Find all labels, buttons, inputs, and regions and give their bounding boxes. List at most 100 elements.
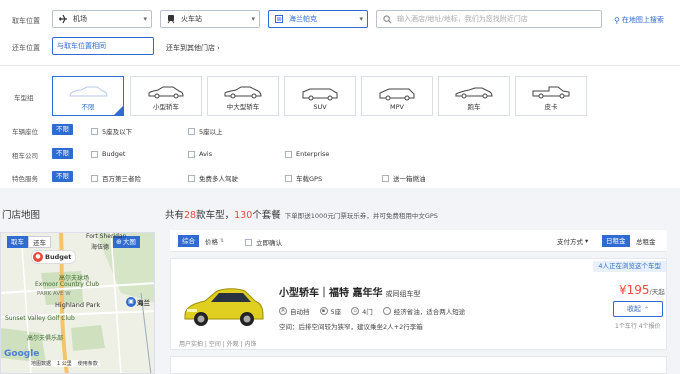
checkbox-icon bbox=[91, 150, 98, 158]
search-icon bbox=[381, 14, 393, 24]
service-any-tag[interactable]: 不限 bbox=[52, 171, 73, 182]
map-label-highland-park: Highland Park bbox=[55, 301, 101, 309]
chevron-down-icon: ▾ bbox=[359, 15, 363, 23]
payment-method-select[interactable]: 支付方式 ▾ bbox=[557, 236, 588, 246]
google-logo: Google bbox=[4, 349, 40, 359]
mpv-icon bbox=[379, 88, 415, 101]
sort-composite[interactable]: 综合 bbox=[178, 235, 199, 247]
sedan-car-icon bbox=[224, 86, 262, 99]
toggle-daily-rate[interactable]: 日租金 bbox=[602, 235, 630, 247]
map-label-sunset-valley: Sunset Valley Golf Club bbox=[5, 315, 75, 322]
cartype-any[interactable]: 不限 bbox=[52, 76, 124, 116]
company-budget[interactable]: Budget bbox=[91, 150, 125, 158]
cartype-mpv[interactable]: MPV bbox=[361, 76, 433, 116]
cartype-label: 车型组 bbox=[14, 94, 34, 102]
return-location-input[interactable]: 与取车位置相同 bbox=[52, 37, 154, 55]
pickup-label: 取车位置 bbox=[12, 17, 40, 25]
map-tab-pickup[interactable]: 取车 bbox=[7, 236, 28, 248]
map-label-haiwood: 海伍德 bbox=[91, 244, 110, 251]
train-icon bbox=[165, 14, 177, 24]
pickup-truck-icon bbox=[532, 86, 570, 99]
car-outline-icon bbox=[69, 86, 108, 97]
sort-price[interactable]: 价格 ⇅ bbox=[205, 236, 224, 246]
viewing-notice: 4人正在浏览这个车型 bbox=[593, 261, 666, 272]
filter-panel: 车型组 不限 小型轿车 中大型轿车 SUV MPV 跑车 皮卡 车辆座位 不限 … bbox=[0, 66, 680, 188]
transmission-icon: A bbox=[279, 307, 287, 315]
search-panel: 取车位置 机场 ▾ 火车站 ▾ 海兰帕克 ▾ 输入酒店/地址/地标，我们为您找附… bbox=[0, 0, 680, 66]
pickup-hotel-select[interactable]: 海兰帕克 ▾ bbox=[268, 10, 368, 28]
price-unit: /天起 bbox=[649, 288, 665, 296]
chevron-down-icon: ▾ bbox=[251, 15, 255, 23]
checkbox-icon bbox=[91, 127, 98, 135]
seats-option-small[interactable]: 5座及以下 bbox=[91, 126, 132, 136]
pickup-type-select[interactable]: 机场 ▾ bbox=[52, 10, 152, 28]
toggle-total-rate[interactable]: 总租金 bbox=[636, 236, 656, 246]
cartype-midsize[interactable]: 中大型轿车 bbox=[207, 76, 279, 116]
compact-car-icon bbox=[148, 86, 184, 99]
company-avis[interactable]: Avis bbox=[188, 150, 212, 158]
map-marker-budget[interactable]: ● Budget bbox=[31, 250, 77, 264]
map-title: 门店地图 bbox=[2, 210, 41, 221]
feature-seats: ▪ 5座 bbox=[319, 306, 341, 316]
seats-option-large[interactable]: 5座以上 bbox=[188, 126, 223, 136]
checkbox-icon bbox=[188, 174, 195, 182]
daily-price: ¥195 bbox=[619, 283, 650, 297]
service-fuel[interactable]: 送一箱燃油 bbox=[382, 173, 426, 183]
map-label-golf-club: 高尔夫俱乐部 bbox=[27, 335, 64, 342]
address-search-input[interactable]: 输入酒店/地址/地标，我们为您找附近门店 bbox=[376, 10, 602, 28]
sports-car-icon bbox=[455, 87, 493, 99]
checkbox-icon bbox=[285, 150, 292, 158]
sort-arrows-icon: ⇅ bbox=[220, 238, 225, 244]
checkbox-icon bbox=[91, 174, 98, 182]
photo-tags[interactable]: 用户实拍 | 空间 | 外观 | 内饰 bbox=[179, 339, 257, 348]
map-label-exmoor: Exmoor Country Club bbox=[35, 281, 100, 288]
map-tabs: 取车 还车 bbox=[7, 236, 51, 248]
company-enterprise[interactable]: Enterprise bbox=[285, 150, 329, 158]
leaf-icon: ◦ bbox=[382, 307, 391, 315]
door-icon: ▫ bbox=[351, 307, 360, 315]
car-title[interactable]: 小型轿车｜福特 嘉年华 或同组车型 bbox=[279, 284, 420, 299]
space-description: 空间：后排空间较为狭窄，建议乘坐2人+2行李箱 bbox=[279, 323, 423, 331]
store-map[interactable]: 取车 还车 ⊕ 大图 Fort Sheridan 海伍德 ● Budget 高尔… bbox=[0, 232, 155, 374]
seats-any-tag[interactable]: 不限 bbox=[52, 124, 73, 135]
suv-icon bbox=[302, 88, 338, 101]
map-marker-hotel[interactable]: ▣ 海兰 bbox=[126, 297, 150, 307]
car-marker-icon: ● bbox=[33, 252, 43, 262]
hotel-marker-icon: ▣ bbox=[126, 297, 136, 307]
feature-economy: ◦ 经济省油，适合两人短途 bbox=[382, 306, 465, 316]
cartype-sports[interactable]: 跑车 bbox=[438, 76, 510, 116]
car-photo[interactable] bbox=[181, 281, 265, 331]
service-liability[interactable]: 百万第三者险 bbox=[91, 173, 141, 183]
map-search-link[interactable]: ⚲ 在地图上搜索 bbox=[614, 15, 664, 25]
chevron-up-icon: ⌃ bbox=[643, 305, 650, 313]
company-label: 租车公司 bbox=[12, 152, 38, 160]
package-count: 130 bbox=[234, 210, 253, 221]
model-count: 28 bbox=[184, 210, 197, 221]
map-tab-return[interactable]: 还车 bbox=[28, 236, 51, 248]
price-block: ¥195 /天起 bbox=[619, 283, 665, 297]
map-terms-link[interactable]: 使用条款 bbox=[78, 360, 98, 367]
map-label-park-ave: PARK AVE W bbox=[37, 291, 71, 297]
cartype-pickup[interactable]: 皮卡 bbox=[515, 76, 587, 116]
return-other-link[interactable]: 还车到其他门店 › bbox=[166, 43, 220, 53]
airplane-icon bbox=[57, 14, 69, 24]
collapse-button[interactable]: 收起 ⌃ bbox=[613, 301, 663, 317]
car-result-card-next bbox=[170, 356, 667, 374]
selected-corner-icon bbox=[114, 106, 123, 115]
results-summary: 共有 28 款车型， 130 个套餐 下单即送1000元门票玩乐券，并可免费租用… bbox=[165, 210, 438, 221]
checkbox-icon bbox=[188, 127, 195, 135]
service-multi-driver[interactable]: 免费多人驾驶 bbox=[188, 173, 238, 183]
sort-bar: 综合 价格 ⇅ 立即确认 支付方式 ▾ 日租金 总租金 bbox=[170, 230, 667, 252]
instant-confirm-checkbox[interactable]: 立即确认 bbox=[245, 237, 282, 247]
return-label: 还车位置 bbox=[12, 44, 40, 52]
checkbox-icon bbox=[285, 174, 292, 182]
company-any-tag[interactable]: 不限 bbox=[52, 148, 73, 159]
car-features: A 自动挡 ▪ 5座 ▫ 4门 ◦ 经济省油，适合两人短途 bbox=[279, 306, 465, 316]
cartype-suv[interactable]: SUV bbox=[284, 76, 356, 116]
cartype-compact[interactable]: 小型轿车 bbox=[130, 76, 202, 116]
feature-doors: ▫ 4门 bbox=[351, 306, 373, 316]
map-label-fort-sheridan: Fort Sheridan bbox=[86, 233, 127, 240]
service-gps[interactable]: 车载GPS bbox=[285, 173, 322, 183]
hotel-icon bbox=[273, 14, 285, 24]
pickup-station-select[interactable]: 火车站 ▾ bbox=[160, 10, 260, 28]
